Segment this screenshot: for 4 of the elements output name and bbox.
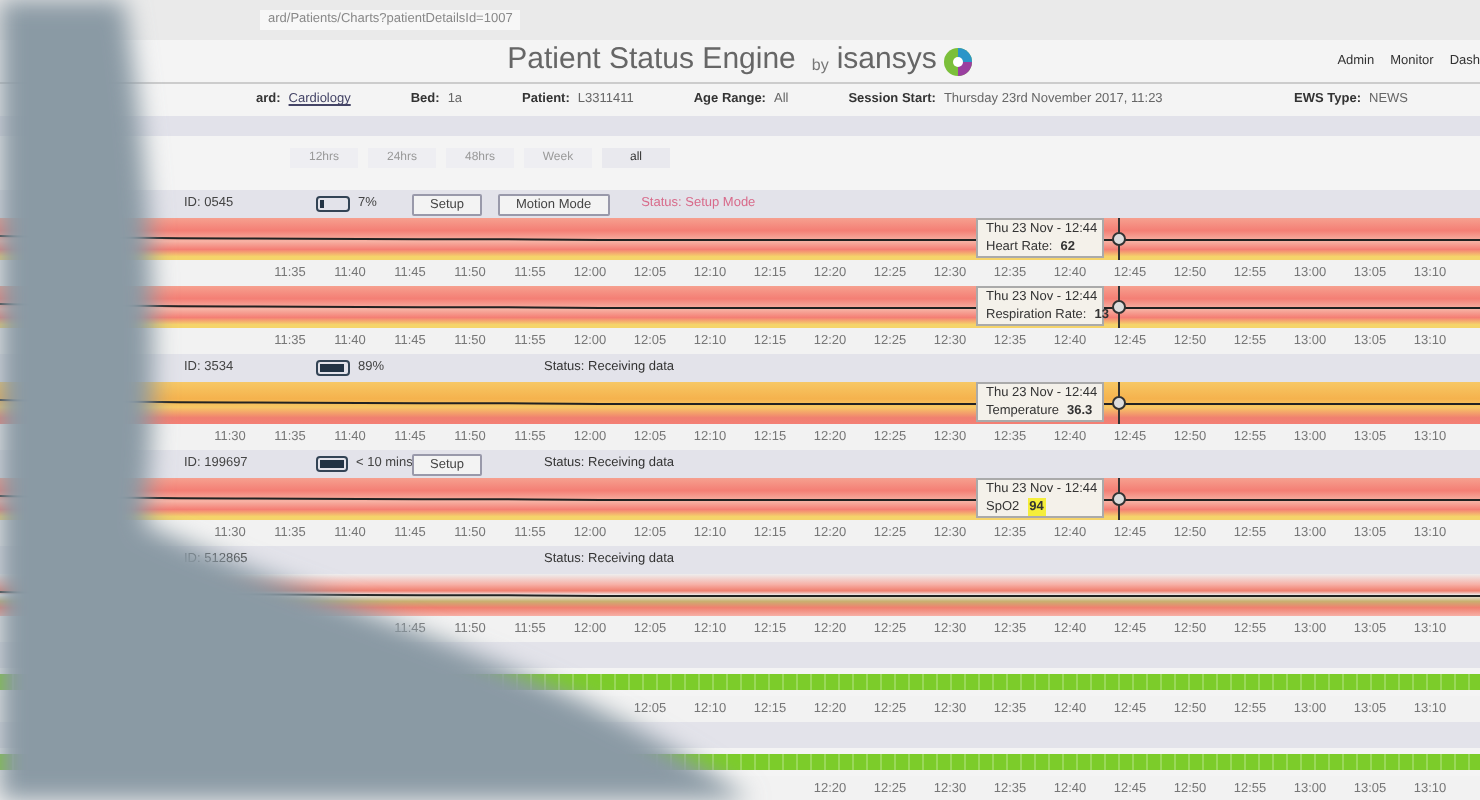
logo-icon <box>944 47 973 75</box>
app-title: Patient Status Engine <box>507 40 796 81</box>
byline: by <box>811 53 829 77</box>
brand-name: isansys <box>836 40 937 81</box>
